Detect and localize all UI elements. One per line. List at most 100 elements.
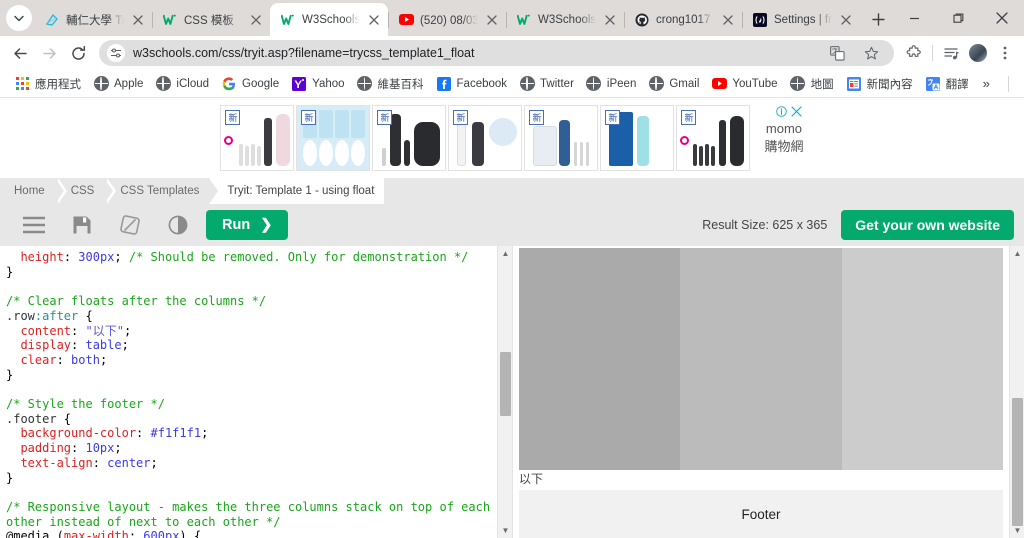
bookmark-facebook[interactable]: Facebook — [430, 74, 514, 94]
globe-icon — [790, 76, 806, 92]
forward-button[interactable] — [35, 39, 63, 67]
code-editor-scrollbar[interactable]: ▲ ▼ — [497, 246, 512, 538]
tab-close-button[interactable] — [602, 12, 618, 28]
code-token: both — [71, 352, 100, 367]
new-tab-button[interactable] — [864, 5, 892, 33]
bookmark-apple[interactable]: Apple — [87, 74, 149, 94]
ad-product-1[interactable]: 新 — [296, 105, 371, 171]
code-line: background-color: #f1f1f1; — [6, 426, 491, 441]
code-line: other instead of next to each other */ — [6, 515, 491, 530]
reading-list-button[interactable] — [938, 40, 964, 66]
reload-button[interactable] — [64, 39, 92, 67]
extensions-button[interactable] — [901, 40, 927, 66]
menu-button[interactable] — [10, 204, 58, 246]
bookmark-translate[interactable]: 翻譯 — [919, 74, 975, 94]
minimize-button[interactable] — [892, 2, 936, 34]
address-bar[interactable]: w3schools.com/css/tryit.asp?filename=try… — [99, 40, 894, 66]
tab-close-button[interactable] — [484, 12, 500, 28]
ad-info-icon[interactable] — [776, 106, 787, 120]
bookmark-wikipedia[interactable]: 維基百科 — [351, 74, 430, 94]
scrollbar-thumb[interactable] — [1012, 398, 1023, 526]
ad-products[interactable]: 新 新 新 新 新 新 新 momo 購物網 — [220, 105, 804, 171]
site-settings-icon[interactable] — [107, 44, 125, 62]
browser-tab-5[interactable]: crong1017 — [624, 3, 742, 36]
scrollbar-thumb[interactable] — [500, 352, 511, 416]
bookmark-youtube[interactable]: YouTube — [705, 74, 783, 94]
scroll-up-arrow-icon[interactable]: ▲ — [1010, 246, 1024, 261]
bookmark-gmail[interactable]: Gmail — [642, 74, 705, 94]
get-own-website-button[interactable]: Get your own website — [841, 210, 1014, 240]
bookmark-icloud[interactable]: iCloud — [149, 74, 215, 94]
tab-close-button[interactable] — [838, 12, 854, 28]
all-bookmarks-button[interactable]: 所有書籤 — [1019, 74, 1024, 94]
maximize-icon — [952, 12, 963, 23]
bookmark-ipeen[interactable]: iPeen — [580, 74, 642, 94]
back-button[interactable] — [6, 39, 34, 67]
save-floppy-icon — [73, 216, 91, 234]
tab-close-button[interactable] — [248, 12, 264, 28]
ad-product-0[interactable]: 新 — [220, 105, 295, 171]
breadcrumb-css-templates[interactable]: CSS Templates — [104, 178, 222, 204]
save-button[interactable] — [58, 204, 106, 246]
code-token: : — [71, 338, 86, 353]
bookmark-star-button[interactable] — [858, 40, 884, 66]
ad-product-5[interactable]: 新 — [600, 105, 675, 171]
close-icon — [369, 14, 379, 25]
browser-tab-2-active[interactable]: W3Schools Tr — [270, 3, 388, 36]
bookmark-yahoo[interactable]: Yahoo — [285, 74, 350, 94]
result-footer: Footer — [519, 490, 1003, 538]
browser-tab-4[interactable]: W3Schools P… — [506, 3, 624, 36]
tab-close-button[interactable] — [130, 12, 146, 28]
scroll-up-arrow-icon[interactable]: ▲ — [498, 246, 513, 261]
breadcrumb-home[interactable]: Home — [0, 178, 67, 204]
code-line: padding: 10px; — [6, 441, 491, 456]
browser-tab-1[interactable]: CSS 模板 — [152, 3, 270, 36]
code-token: /* Clear floats after the columns */ — [6, 294, 267, 309]
browser-tab-6[interactable]: Settings | free — [742, 3, 860, 36]
bookmark-maps[interactable]: 地圖 — [784, 74, 840, 94]
bookmark-label: 維基百科 — [377, 78, 424, 91]
tab-close-button[interactable] — [720, 12, 736, 28]
close-window-button[interactable] — [980, 2, 1024, 34]
ad-product-6[interactable]: 新 — [676, 105, 751, 171]
browser-menu-button[interactable] — [992, 40, 1018, 66]
code-line: /* Clear floats after the columns */ — [6, 294, 491, 309]
change-orientation-button[interactable] — [106, 204, 154, 246]
result-column-right — [841, 248, 1003, 470]
bookmark-google[interactable]: Google — [215, 74, 285, 94]
bookmark-label: 地圖 — [810, 78, 834, 91]
tab-title: Settings | free — [774, 13, 832, 26]
code-token: "以下" — [85, 323, 124, 338]
bookmarks-overflow-button[interactable]: » — [975, 74, 998, 93]
css-code-textarea[interactable]: height: 300px; /* Should be removed. Onl… — [0, 246, 497, 538]
tab-search-button[interactable] — [6, 5, 32, 31]
bookmark-label: 翻譯 — [945, 78, 969, 91]
scroll-down-arrow-icon[interactable]: ▼ — [1010, 523, 1024, 538]
bookmark-apps[interactable]: 應用程式 — [8, 74, 87, 94]
ad-product-2[interactable]: 新 — [372, 105, 447, 171]
profile-button[interactable] — [965, 40, 991, 66]
tab-title: (520) 08/03 ☰ — [420, 14, 478, 27]
result-column-middle — [680, 248, 842, 470]
new-badge: 新 — [681, 110, 697, 125]
result-iframe[interactable]: 以下 Footer — [513, 246, 1009, 538]
ad-product-3[interactable]: 新 — [448, 105, 523, 171]
dark-mode-button[interactable] — [154, 204, 202, 246]
code-token: } — [6, 367, 14, 382]
tab-close-button[interactable] — [366, 12, 382, 28]
maximize-button[interactable] — [936, 2, 980, 34]
apps-grid-icon — [14, 76, 30, 92]
scroll-down-arrow-icon[interactable]: ▼ — [498, 523, 513, 538]
result-scrollbar[interactable]: ▲ ▼ — [1009, 246, 1024, 538]
globe-icon — [357, 76, 373, 92]
translate-icon[interactable] — [824, 40, 850, 66]
ad-brand[interactable]: momo 購物網 — [764, 120, 803, 155]
ad-product-4[interactable]: 新 — [524, 105, 599, 171]
browser-tab-3[interactable]: (520) 08/03 ☰ — [388, 3, 506, 36]
run-button[interactable]: Run ❯ — [206, 210, 289, 240]
bookmark-news[interactable]: 新聞內容 — [840, 74, 919, 94]
ad-close-icon[interactable] — [791, 106, 802, 120]
browser-tab-0[interactable]: 輔仁大學 Tron — [34, 3, 152, 36]
bookmark-twitter[interactable]: Twitter — [513, 74, 580, 94]
